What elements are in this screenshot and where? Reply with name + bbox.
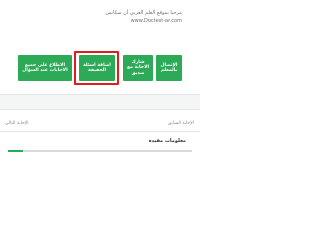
add-question-button[interactable]: اضافة اسئلة الحقيقة (79, 55, 115, 81)
contact-teacher-button[interactable]: الإتصال بالمعلم (156, 55, 182, 81)
question-navigation: الإجابة السابق الإجابة التالي (0, 117, 200, 131)
page: مرحبا بموقع العلم العربي أن سكانس www.Do… (0, 0, 200, 200)
previous-answer-link[interactable]: الإجابة السابق (168, 121, 194, 126)
progress-fill (8, 150, 23, 152)
question-panel: مرحبا بموقع العلم العربي أن سكانس www.Do… (0, 0, 200, 94)
next-answer-link[interactable]: الإجابة التالي (5, 121, 29, 126)
view-all-answers-button[interactable]: الاطلاع على جميع الاجابات عند السؤال (18, 55, 72, 81)
useful-info-heading: معلومات مفيدة (148, 138, 186, 144)
section-divider (0, 94, 200, 110)
site-header: مرحبا بموقع العلم العربي أن سكانس www.Do… (62, 10, 182, 25)
site-title: مرحبا بموقع العلم العربي أن سكانس (105, 10, 182, 16)
site-url[interactable]: www.Doctest-ar.com (62, 18, 182, 25)
progress-bar (8, 150, 192, 152)
share-answer-button[interactable]: شارك الاجابة مع صديق (123, 55, 153, 81)
navigation-divider (0, 131, 200, 132)
